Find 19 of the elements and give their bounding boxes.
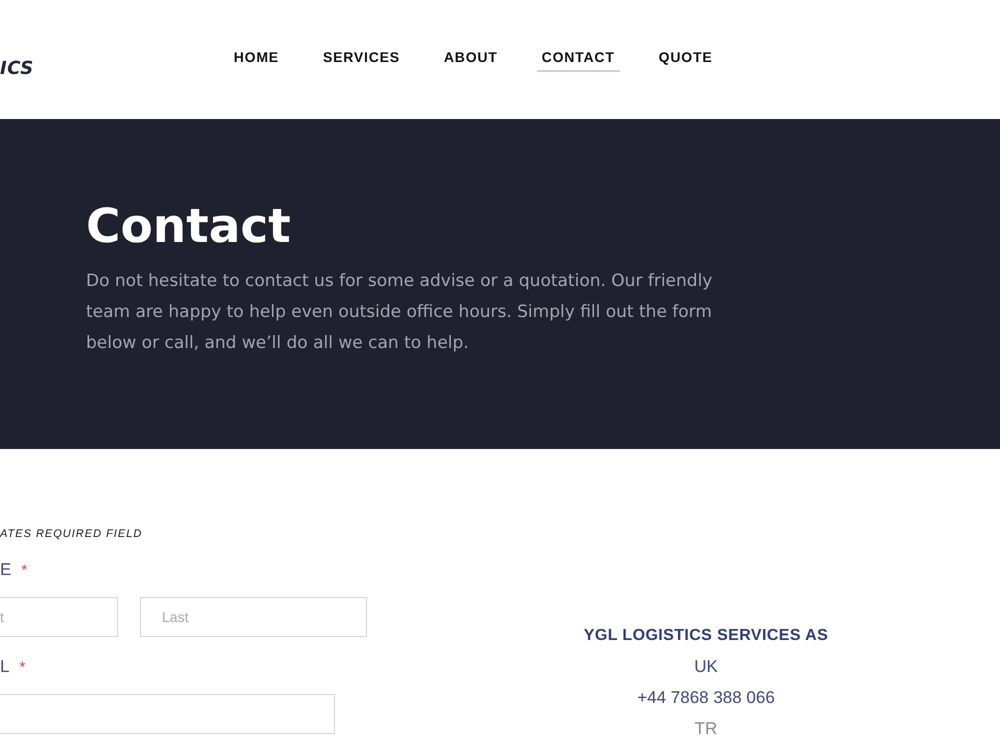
nav-link[interactable]: CONTACT: [536, 46, 620, 72]
contact-detail: UK: [694, 656, 718, 678]
required-mark: *: [21, 561, 28, 581]
field-label: E: [0, 560, 14, 580]
nav-link[interactable]: HOME: [228, 46, 284, 72]
field-label: L: [0, 657, 12, 677]
input-field[interactable]: Last: [140, 597, 367, 637]
page-title: Contact: [86, 198, 291, 256]
nav-link[interactable]: QUOTE: [654, 46, 718, 72]
company-name: YGL LOGISTICS SERVICES AS: [584, 626, 828, 646]
input-field[interactable]: [0, 694, 335, 734]
contact-detail: +44 7868 388 066: [637, 687, 775, 709]
intro-paragraph: Do not hesitate to contact us for some advise or a quotation. Our friendly team are happy to help even outside office hours. Simply fill out the form below or call, and we’ll do all we can to help.: [86, 270, 714, 355]
input-field[interactable]: t: [0, 597, 118, 637]
nav-link[interactable]: ABOUT: [438, 46, 503, 72]
nav-link[interactable]: SERVICES: [318, 46, 405, 72]
contact-detail: TR: [694, 718, 718, 740]
logo-wordmark[interactable]: ICS: [0, 58, 34, 80]
required-mark: *: [19, 658, 26, 678]
